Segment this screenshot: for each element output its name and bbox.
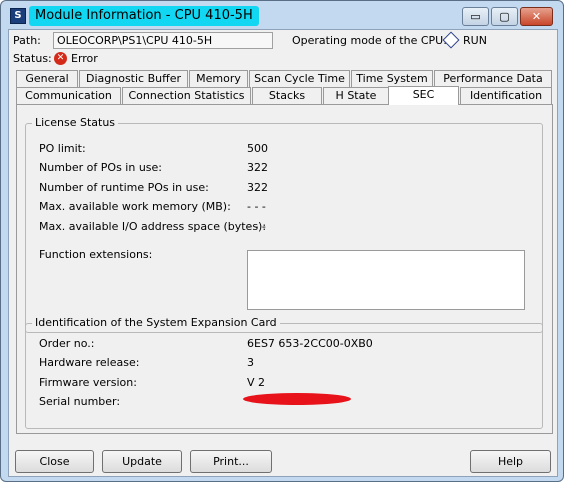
help-button[interactable]: Help — [470, 450, 551, 473]
tab-stacks[interactable]: Stacks — [252, 87, 322, 104]
status-label: Status: — [13, 52, 52, 65]
function-extensions-label: Function extensions: — [39, 248, 153, 261]
po-limit-label: PO limit: — [39, 142, 86, 155]
status-value: Error — [71, 52, 98, 65]
tab-connection-statistics[interactable]: Connection Statistics — [122, 87, 251, 104]
module-information-window: S Module Information - CPU 410-5H ▭ ▢ ✕ … — [0, 0, 564, 482]
path-label: Path: — [13, 34, 41, 47]
update-button[interactable]: Update — [102, 450, 182, 473]
error-icon: ✕ — [54, 52, 67, 65]
runtime-pos-label: Number of runtime POs in use: — [39, 181, 209, 194]
app-icon: S — [10, 8, 26, 24]
tab-h-state[interactable]: H State — [323, 87, 389, 104]
license-status-title: License Status — [32, 116, 119, 129]
serial-number-redaction — [243, 393, 351, 405]
io-address-space-value: - - - — [247, 220, 266, 233]
tab-performance-data[interactable]: Performance Data — [434, 70, 552, 87]
firmware-version-value: V 2 — [247, 376, 266, 389]
tab-sec[interactable]: SEC — [388, 86, 459, 105]
path-field: OLEOCORP\PS1\CPU 410-5H — [53, 32, 273, 49]
tab-memory[interactable]: Memory — [189, 70, 248, 87]
dialog-body: Path: OLEOCORP\PS1\CPU 410-5H Operating … — [8, 29, 558, 477]
sec-tab-panel: License Status PO limit: 500 Number of P… — [16, 104, 553, 434]
title-bar[interactable]: S Module Information - CPU 410-5H ▭ ▢ ✕ — [1, 1, 563, 29]
pos-in-use-value: 322 — [247, 161, 268, 174]
operating-mode-label: Operating mode of the CPU: — [292, 34, 447, 47]
tab-identification[interactable]: Identification — [460, 87, 552, 104]
minimize-button[interactable]: ▭ — [462, 7, 489, 26]
tab-time-system[interactable]: Time System — [351, 70, 433, 87]
work-memory-value: - - - — [247, 200, 266, 213]
io-address-space-label: Max. available I/O address space (bytes)… — [39, 220, 267, 233]
hardware-release-value: 3 — [247, 356, 254, 369]
tab-diagnostic-buffer[interactable]: Diagnostic Buffer — [79, 70, 188, 87]
tab-communication[interactable]: Communication — [16, 87, 121, 104]
hardware-release-label: Hardware release: — [39, 356, 140, 369]
serial-number-label: Serial number: — [39, 395, 121, 408]
order-no-label: Order no.: — [39, 337, 95, 350]
pos-in-use-label: Number of POs in use: — [39, 161, 163, 174]
expansion-card-title: Identification of the System Expansion C… — [32, 316, 280, 329]
close-window-button[interactable]: ✕ — [520, 7, 553, 26]
runtime-pos-value: 322 — [247, 181, 268, 194]
close-button[interactable]: Close — [15, 450, 94, 473]
firmware-version-label: Firmware version: — [39, 376, 137, 389]
window-title: Module Information - CPU 410-5H — [29, 6, 259, 26]
operating-mode-value: RUN — [463, 34, 487, 47]
tab-scan-cycle-time[interactable]: Scan Cycle Time — [249, 70, 350, 87]
order-no-value: 6ES7 653-2CC00-0XB0 — [247, 337, 373, 350]
maximize-button[interactable]: ▢ — [491, 7, 518, 26]
work-memory-label: Max. available work memory (MB): — [39, 200, 231, 213]
po-limit-value: 500 — [247, 142, 268, 155]
tab-general[interactable]: General — [16, 70, 78, 87]
function-extensions-box — [247, 250, 525, 310]
print-button[interactable]: Print... — [190, 450, 272, 473]
